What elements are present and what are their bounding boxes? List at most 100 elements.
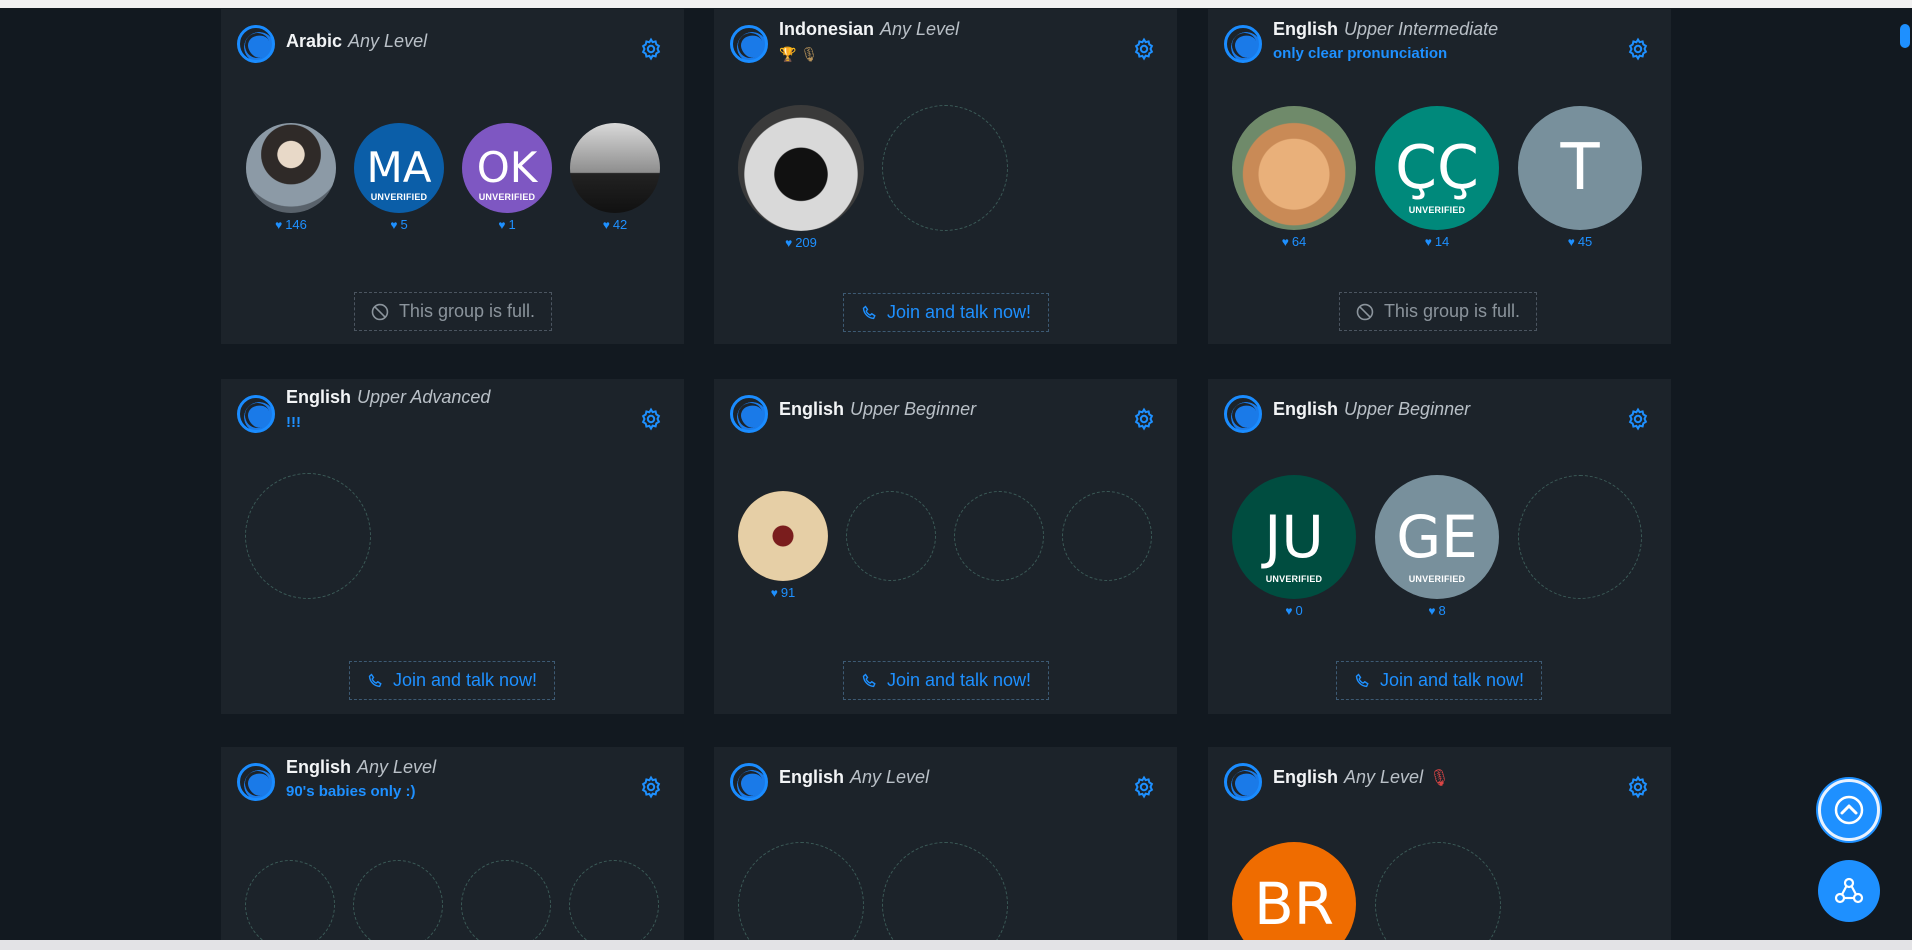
- gear-icon[interactable]: [639, 775, 663, 799]
- room-logo-icon: [730, 25, 768, 63]
- like-count: ♥ 0: [1285, 603, 1303, 618]
- like-count: ♥ 1: [498, 217, 516, 232]
- share-button[interactable]: [1818, 860, 1880, 922]
- empty-seat[interactable]: [1518, 475, 1642, 599]
- ban-icon: [1356, 303, 1374, 320]
- like-count: ♥ 42: [602, 217, 628, 232]
- like-count: ♥ 146: [275, 217, 307, 232]
- chevron-up-icon: [1834, 795, 1864, 825]
- gear-icon[interactable]: [1626, 407, 1650, 431]
- member-3[interactable]: ♥ 42: [570, 123, 660, 232]
- unverified-badge: UNVERIFIED: [478, 192, 536, 203]
- member-1[interactable]: ÇÇ UNVERIFIED ♥ 14: [1375, 106, 1499, 249]
- empty-seat[interactable]: [245, 473, 371, 599]
- room-card-english-upper-advanced: English Upper Advanced !!! Join and talk …: [221, 379, 684, 714]
- empty-seat[interactable]: [353, 860, 443, 950]
- browser-bottom-edge: [0, 940, 1912, 950]
- avatar: [738, 491, 828, 581]
- member-1[interactable]: MA UNVERIFIED ♥ 5: [354, 123, 444, 232]
- room-logo-icon: [1224, 25, 1262, 63]
- join-button[interactable]: Join and talk now!: [843, 293, 1049, 332]
- room-logo-icon: [1224, 395, 1262, 433]
- room-topic: 90's babies only :): [286, 783, 416, 800]
- member-0[interactable]: JU UNVERIFIED ♥ 0: [1232, 475, 1356, 618]
- browser-top-edge: [0, 0, 1912, 8]
- heart-icon: ♥: [1285, 604, 1293, 618]
- like-count: ♥ 5: [390, 217, 408, 232]
- gear-icon[interactable]: [1626, 37, 1650, 61]
- room-title: Indonesian Any Level: [779, 19, 960, 39]
- group-full-notice: This group is full.: [354, 292, 552, 331]
- join-button[interactable]: Join and talk now!: [843, 661, 1049, 700]
- unverified-badge: UNVERIFIED: [1408, 574, 1466, 585]
- room-language: Arabic: [286, 31, 343, 51]
- phone-icon: [862, 304, 876, 319]
- avatar: [738, 105, 864, 231]
- group-full-notice: This group is full.: [1339, 292, 1537, 331]
- empty-seat[interactable]: [954, 491, 1044, 581]
- member-0[interactable]: ♥ 64: [1232, 106, 1356, 249]
- room-level: Any Level: [348, 31, 428, 51]
- join-button[interactable]: Join and talk now!: [1336, 661, 1542, 700]
- empty-seat[interactable]: [882, 105, 1008, 231]
- gear-icon[interactable]: [1132, 37, 1156, 61]
- empty-seat[interactable]: [245, 860, 335, 950]
- room-logo-icon: [237, 395, 275, 433]
- empty-seat[interactable]: [569, 860, 659, 950]
- room-title: English Upper Beginner: [1273, 399, 1471, 419]
- member-2[interactable]: OK UNVERIFIED ♥ 1: [462, 123, 552, 232]
- like-count: ♥ 8: [1428, 603, 1446, 618]
- room-card-english-any-level: English Any Level: [714, 747, 1177, 950]
- gear-icon[interactable]: [639, 37, 663, 61]
- avatar: [246, 123, 336, 213]
- heart-icon: ♥: [770, 586, 778, 600]
- gear-icon[interactable]: [639, 407, 663, 431]
- gear-icon[interactable]: [1132, 407, 1156, 431]
- room-card-arabic: Arabic Any Level ♥ 146 MA UNVERIFIED ♥ 5 OK…: [221, 9, 684, 344]
- unverified-badge: UNVERIFIED: [1265, 574, 1323, 585]
- room-title: English Upper Advanced: [286, 387, 491, 407]
- phone-icon: [368, 672, 382, 687]
- empty-seat[interactable]: [1375, 842, 1501, 950]
- member-2[interactable]: T ♥ 45: [1518, 106, 1642, 249]
- member-0[interactable]: BR: [1232, 842, 1356, 950]
- gear-icon[interactable]: [1132, 775, 1156, 799]
- like-count: ♥ 209: [785, 235, 817, 250]
- room-logo-icon: [237, 763, 275, 801]
- member-0[interactable]: ♥ 146: [246, 123, 336, 232]
- unverified-badge: UNVERIFIED: [1408, 205, 1466, 216]
- phone-icon: [1355, 672, 1369, 687]
- heart-icon: ♥: [602, 218, 610, 232]
- member-0[interactable]: ♥ 91: [738, 491, 828, 600]
- like-count: ♥ 91: [770, 585, 796, 600]
- room-title: English Any Level: [286, 757, 437, 777]
- room-logo-icon: [1224, 763, 1262, 801]
- room-topic: !!!: [286, 414, 301, 431]
- avatar: BR: [1232, 842, 1356, 950]
- scroll-to-top-button[interactable]: [1818, 779, 1880, 841]
- gear-icon[interactable]: [1626, 775, 1650, 799]
- page-scrollbar-thumb[interactable]: [1900, 24, 1910, 48]
- share-icon: [1834, 877, 1864, 904]
- room-card-indonesian: Indonesian Any Level 🏆 🎙 ♥ 209 Join and ta…: [714, 9, 1177, 344]
- room-card-english-upper-beginner-2: English Upper Beginner JU UNVERIFIED ♥ 0 G…: [1208, 379, 1671, 714]
- empty-seat[interactable]: [738, 842, 864, 950]
- room-card-english-upper-beginner-1: English Upper Beginner ♥ 91 Join and talk …: [714, 379, 1177, 714]
- member-0[interactable]: ♥ 209: [738, 105, 864, 250]
- empty-seat[interactable]: [846, 491, 936, 581]
- empty-seat[interactable]: [882, 842, 1008, 950]
- room-topic: only clear pronunciation: [1273, 45, 1448, 62]
- join-button[interactable]: Join and talk now!: [349, 661, 555, 700]
- ban-icon: [371, 303, 389, 320]
- empty-seat[interactable]: [461, 860, 551, 950]
- member-1[interactable]: GE UNVERIFIED ♥ 8: [1375, 475, 1499, 618]
- avatar: OK UNVERIFIED: [462, 123, 552, 213]
- empty-seat[interactable]: [1062, 491, 1152, 581]
- room-card-english-any-level-muted: English Any Level 🎙 BR: [1208, 747, 1671, 950]
- heart-icon: ♥: [1428, 604, 1436, 618]
- unverified-badge: UNVERIFIED: [370, 192, 428, 203]
- room-logo-icon: [237, 25, 275, 63]
- room-badges: 🏆 🎙: [779, 46, 819, 62]
- like-count: ♥ 64: [1281, 234, 1307, 249]
- avatar: MA UNVERIFIED: [354, 123, 444, 213]
